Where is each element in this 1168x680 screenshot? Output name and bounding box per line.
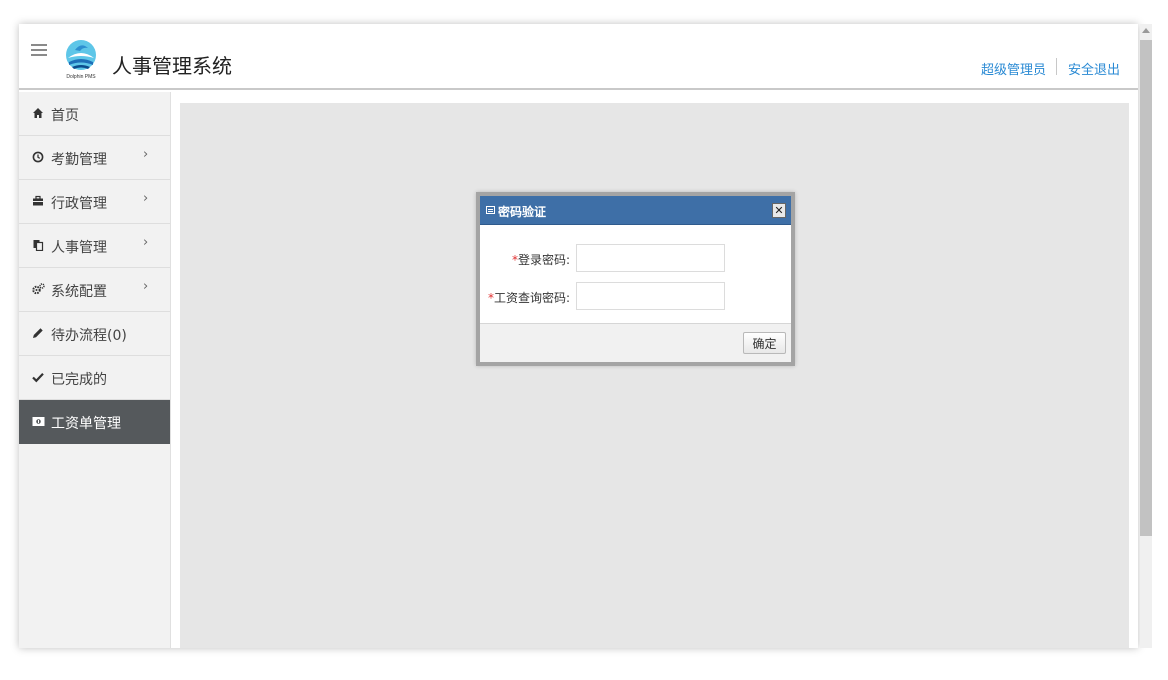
- close-button[interactable]: ✕: [772, 203, 786, 218]
- dialog-title: 密码验证: [498, 205, 547, 219]
- dolphin-logo: Dolphin PMS: [63, 38, 99, 82]
- window-icon: [486, 206, 495, 214]
- check-icon: [31, 370, 45, 384]
- field-label-text: 登录密码:: [517, 253, 570, 267]
- sidebar-item-label: 首页: [51, 108, 79, 124]
- login-password-label: *登录密码:: [480, 251, 570, 268]
- sidebar-item-personnel[interactable]: 人事管理 ›: [19, 224, 170, 268]
- sidebar-item-payroll[interactable]: 工资单管理: [19, 400, 170, 444]
- sidebar-item-label: 人事管理: [51, 240, 107, 256]
- briefcase-icon: [31, 194, 45, 208]
- sidebar-item-pending-flow[interactable]: 待办流程(0): [19, 312, 170, 356]
- app-title: 人事管理系统: [112, 54, 232, 78]
- dialog-footer: 确定: [480, 323, 791, 362]
- header-divider: [1056, 58, 1057, 75]
- vertical-scrollbar[interactable]: [1140, 24, 1152, 648]
- sidebar-item-completed[interactable]: 已完成的: [19, 356, 170, 400]
- copy-icon: [31, 238, 45, 252]
- sidebar-nav: 首页 考勤管理 › 行政管理 › 人事管理 › 系统配置 › 待办流程(0) 已…: [19, 92, 171, 648]
- salary-password-label: *工资查询密码:: [480, 289, 570, 306]
- sidebar-item-label: 行政管理: [51, 196, 107, 212]
- dialog-header[interactable]: 密码验证 ✕: [480, 196, 791, 225]
- sidebar-item-label: 考勤管理: [51, 152, 107, 168]
- sidebar-item-label: 已完成的: [51, 372, 107, 388]
- sidebar-item-label: 系统配置: [51, 284, 107, 300]
- logo-caption: Dolphin PMS: [66, 74, 96, 80]
- scroll-thumb[interactable]: [1140, 40, 1152, 536]
- sidebar-item-administration[interactable]: 行政管理 ›: [19, 180, 170, 224]
- chevron-right-icon: ›: [143, 235, 149, 250]
- chevron-right-icon: ›: [143, 191, 149, 206]
- sidebar-item-system-config[interactable]: 系统配置 ›: [19, 268, 170, 312]
- clock-icon: [31, 150, 45, 164]
- home-icon: [31, 106, 45, 120]
- field-label-text: 工资查询密码:: [493, 291, 570, 305]
- scroll-up-arrow-icon[interactable]: [1142, 28, 1150, 33]
- sidebar-item-label: 工资单管理: [51, 416, 121, 432]
- pencil-icon: [31, 326, 45, 340]
- login-password-input[interactable]: [576, 244, 725, 272]
- main-content: [180, 103, 1129, 648]
- top-header: Dolphin PMS 人事管理系统 超级管理员 安全退出: [19, 24, 1138, 90]
- dialog-body: 密码验证 ✕ *登录密码: *工资查询密码: 确定: [480, 196, 791, 362]
- money-icon: [31, 414, 45, 428]
- user-link[interactable]: 超级管理员: [981, 59, 1046, 78]
- chevron-right-icon: ›: [143, 147, 149, 162]
- sidebar-item-home[interactable]: 首页: [19, 92, 170, 136]
- sidebar-item-label: 待办流程(0): [51, 328, 127, 344]
- chevron-right-icon: ›: [143, 279, 149, 294]
- password-verify-dialog: 密码验证 ✕ *登录密码: *工资查询密码: 确定: [476, 192, 795, 366]
- confirm-button[interactable]: 确定: [743, 332, 786, 354]
- gears-icon: [31, 282, 45, 296]
- salary-query-password-input[interactable]: [576, 282, 725, 310]
- menu-toggle-icon[interactable]: [31, 44, 47, 56]
- logout-link[interactable]: 安全退出: [1068, 59, 1120, 78]
- sidebar-item-attendance[interactable]: 考勤管理 ›: [19, 136, 170, 180]
